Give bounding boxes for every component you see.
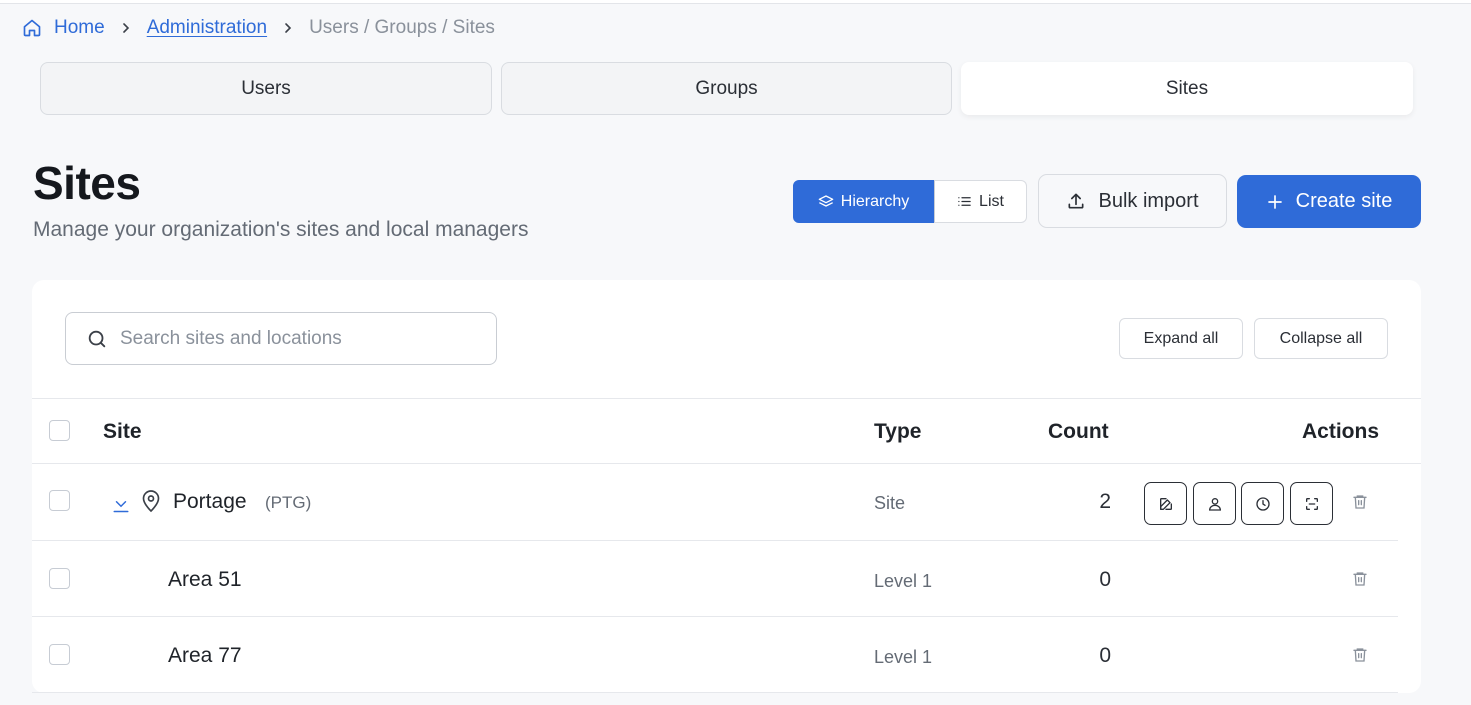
- site-name: Portage: [173, 490, 247, 513]
- trash-icon[interactable]: [1352, 570, 1368, 588]
- bulk-import-button[interactable]: Bulk import: [1038, 174, 1227, 228]
- site-count: 0: [1099, 644, 1111, 667]
- chevron-right-icon: [118, 20, 134, 36]
- table-header: Site Type Count Actions: [32, 398, 1421, 464]
- site-type: Level 1: [874, 571, 933, 591]
- row-checkbox[interactable]: [49, 644, 70, 665]
- list-view-button[interactable]: List: [934, 180, 1027, 223]
- column-header-type[interactable]: Type: [874, 420, 921, 444]
- view-toggle: Hierarchy List: [793, 180, 1027, 223]
- page-title: Sites: [33, 157, 141, 209]
- scan-icon: [1305, 497, 1318, 510]
- bulk-import-label: Bulk import: [1098, 189, 1199, 212]
- site-managers-button[interactable]: [1193, 482, 1236, 525]
- plus-icon: [1266, 193, 1284, 211]
- chevron-down-icon[interactable]: [112, 495, 130, 513]
- site-count: 0: [1099, 568, 1111, 591]
- map-pin-icon: [141, 489, 161, 513]
- collapse-all-button[interactable]: Collapse all: [1254, 318, 1388, 359]
- column-header-actions: Actions: [1302, 420, 1380, 443]
- search-icon: [86, 328, 108, 350]
- hierarchy-label: Hierarchy: [840, 192, 910, 210]
- breadcrumb: Home Administration Users / Groups / Sit…: [22, 16, 495, 40]
- edit-icon: [1159, 497, 1172, 510]
- site-code: (PTG): [265, 493, 312, 512]
- breadcrumb-current: Users / Groups / Sites: [309, 17, 495, 38]
- table-row[interactable]: Area 77 Level 1 0: [32, 617, 1398, 693]
- table-row[interactable]: Area 51 Level 1 0: [32, 541, 1398, 617]
- breadcrumb-home-link[interactable]: Home: [54, 17, 105, 39]
- home-icon[interactable]: [22, 18, 42, 38]
- clock-icon: [1255, 496, 1270, 511]
- user-icon: [1208, 497, 1221, 511]
- site-scan-button[interactable]: [1290, 482, 1333, 525]
- upload-icon: [1066, 191, 1086, 211]
- column-header-count[interactable]: Count: [1048, 420, 1109, 444]
- list-icon: [957, 194, 972, 209]
- tab-groups[interactable]: Groups: [501, 62, 952, 115]
- trash-icon[interactable]: [1352, 646, 1368, 664]
- layers-icon: [818, 194, 834, 210]
- site-count: 2: [1099, 490, 1111, 513]
- site-history-button[interactable]: [1241, 482, 1284, 525]
- hierarchy-view-button[interactable]: Hierarchy: [793, 180, 934, 223]
- site-type: Site: [874, 493, 906, 513]
- list-label: List: [979, 192, 1004, 210]
- top-border: [0, 0, 1471, 4]
- chevron-right-icon: [280, 20, 296, 36]
- tab-sites[interactable]: Sites: [961, 62, 1413, 115]
- site-name: Area 77: [168, 644, 242, 667]
- breadcrumb-admin-link[interactable]: Administration: [147, 17, 267, 39]
- sites-card: Expand all Collapse all Site Type Count …: [32, 280, 1421, 693]
- expand-all-button[interactable]: Expand all: [1119, 318, 1243, 359]
- edit-site-button[interactable]: [1144, 482, 1187, 525]
- row-checkbox[interactable]: [49, 568, 70, 589]
- search-box[interactable]: [65, 312, 497, 365]
- search-input[interactable]: [120, 327, 460, 350]
- row-checkbox[interactable]: [49, 490, 70, 511]
- page-subtitle: Manage your organization's sites and loc…: [33, 218, 529, 241]
- create-site-button[interactable]: Create site: [1237, 175, 1421, 228]
- site-name: Area 51: [168, 568, 242, 591]
- table-row[interactable]: Portage (PTG) Site 2: [32, 464, 1398, 541]
- column-header-site[interactable]: Site: [103, 420, 142, 444]
- create-site-label: Create site: [1295, 190, 1393, 212]
- select-all-checkbox[interactable]: [49, 420, 70, 441]
- tab-users[interactable]: Users: [40, 62, 492, 115]
- site-type: Level 1: [874, 647, 933, 667]
- trash-icon[interactable]: [1352, 493, 1368, 511]
